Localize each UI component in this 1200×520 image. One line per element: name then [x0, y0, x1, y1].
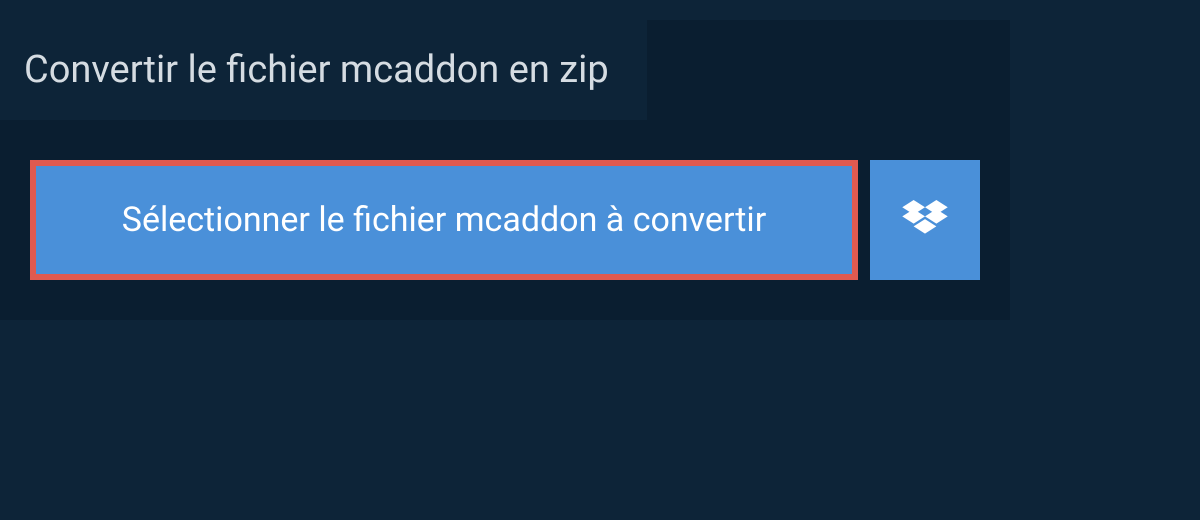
select-file-button-label: Sélectionner le fichier mcaddon à conver…	[122, 200, 766, 240]
select-file-button[interactable]: Sélectionner le fichier mcaddon à conver…	[30, 160, 858, 280]
dropbox-button[interactable]	[870, 160, 980, 280]
title-tab: Convertir le fichier mcaddon en zip	[0, 20, 647, 120]
page-title: Convertir le fichier mcaddon en zip	[24, 48, 609, 92]
button-row: Sélectionner le fichier mcaddon à conver…	[0, 120, 1010, 280]
converter-panel: Convertir le fichier mcaddon en zip Séle…	[0, 20, 1010, 320]
dropbox-icon	[902, 200, 948, 240]
